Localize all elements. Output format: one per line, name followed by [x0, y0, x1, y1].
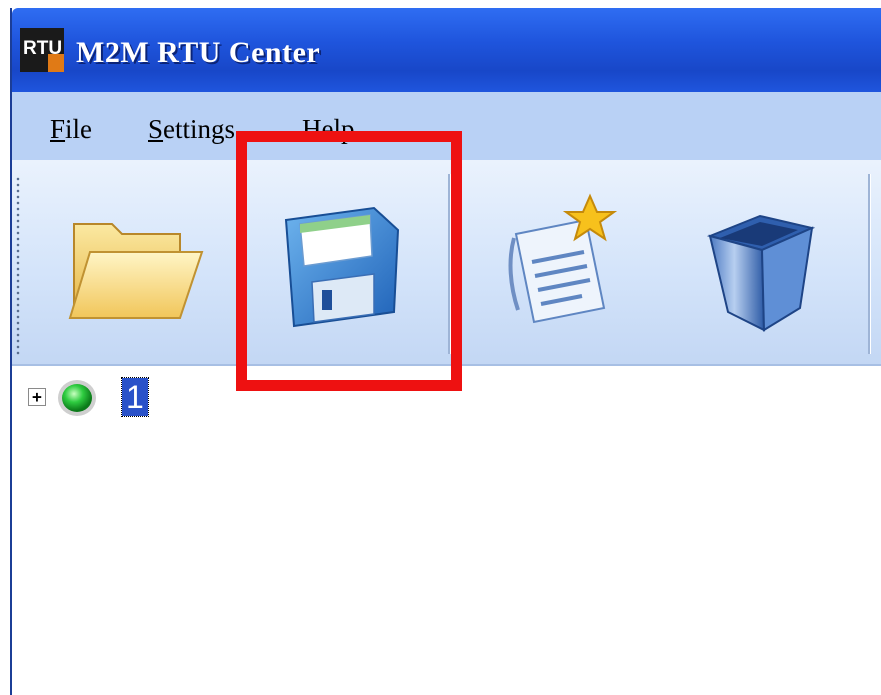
app-logo-text: RTU: [23, 38, 62, 59]
menu-file-mnemonic: F: [50, 114, 66, 144]
open-button[interactable]: [52, 190, 212, 340]
menu-file-label: ile: [65, 114, 93, 144]
menu-settings-label: ettings: [163, 114, 236, 144]
window-title: M2M RTU Center: [76, 36, 321, 69]
trash-bin-icon: [706, 214, 816, 332]
tree-expand-toggle[interactable]: +: [28, 388, 46, 406]
app-logo-icon: RTU: [20, 28, 64, 72]
delete-button[interactable]: [684, 190, 844, 340]
toolbar-grip[interactable]: [16, 176, 20, 356]
menu-settings[interactable]: Settings: [148, 114, 235, 145]
new-button[interactable]: [488, 190, 648, 340]
title-bar[interactable]: RTU M2M RTU Center: [12, 8, 881, 92]
tree-node-label[interactable]: 1: [121, 377, 149, 417]
toolbar-separator: [868, 174, 871, 354]
highlight-annotation-box: [236, 131, 462, 391]
device-tree: + 1: [12, 366, 881, 695]
menu-file[interactable]: File: [50, 114, 92, 145]
open-folder-icon: [68, 223, 204, 319]
new-document-star-icon: [508, 193, 618, 324]
menu-settings-mnemonic: S: [148, 114, 164, 144]
status-led-icon: [58, 380, 96, 416]
